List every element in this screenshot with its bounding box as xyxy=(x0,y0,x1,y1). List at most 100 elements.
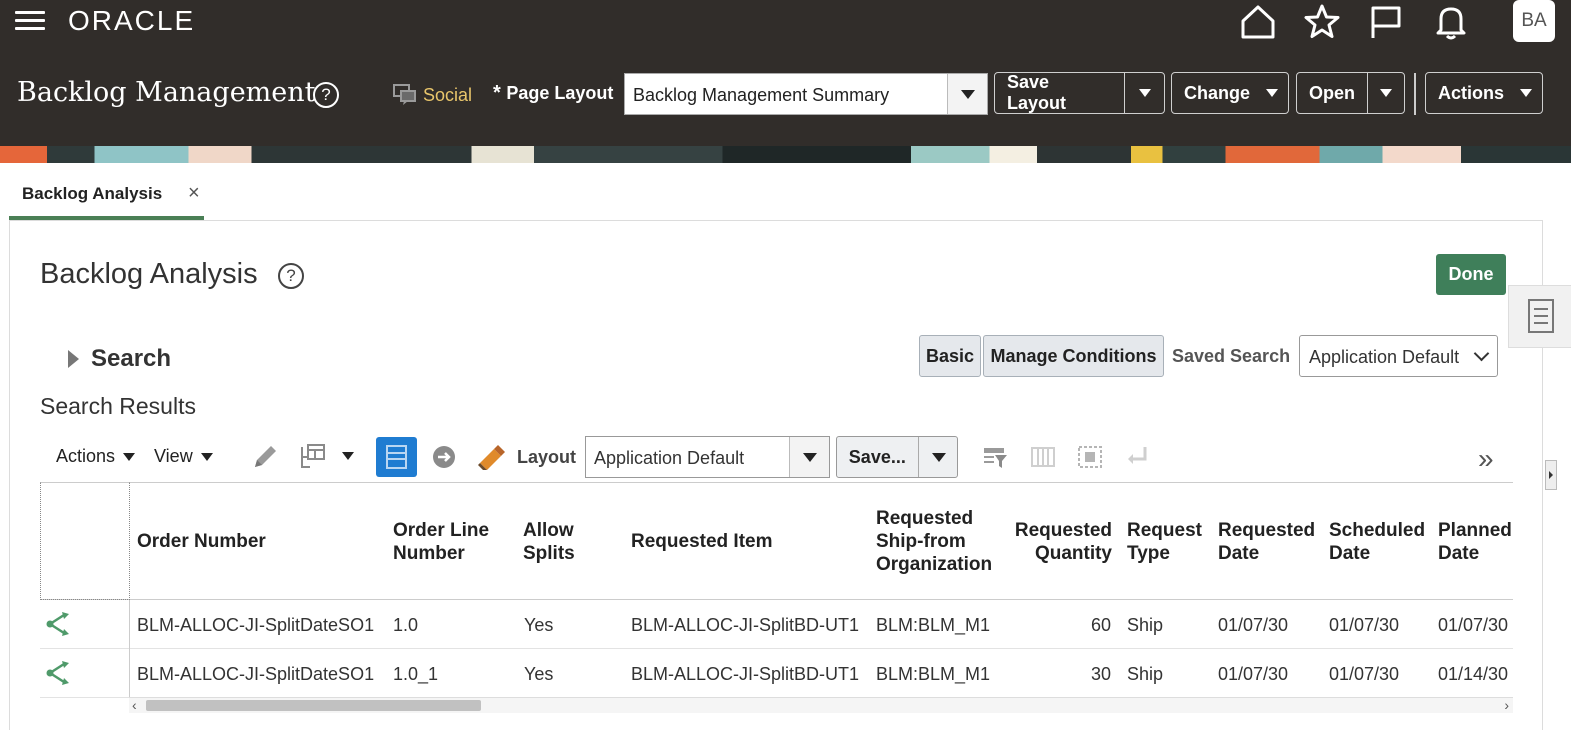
notifications-bell-icon[interactable] xyxy=(1431,2,1471,42)
home-icon[interactable] xyxy=(1238,2,1278,42)
cell-request-type: Ship xyxy=(1127,615,1164,635)
wrap-icon[interactable] xyxy=(1074,441,1106,473)
tab-label: Backlog Analysis xyxy=(22,184,163,203)
done-button[interactable]: Done xyxy=(1436,254,1506,295)
section-title: Backlog Analysis xyxy=(40,258,258,290)
user-avatar[interactable]: BA xyxy=(1513,0,1555,42)
scroll-right-icon[interactable]: › xyxy=(1504,697,1509,713)
split-line-icon[interactable] xyxy=(45,610,75,638)
save-label: Save... xyxy=(848,446,906,467)
oracle-logo[interactable]: ORACLE xyxy=(68,5,195,37)
save-layout-dropdown[interactable] xyxy=(1124,73,1164,113)
page-layout-dropdown-button[interactable] xyxy=(947,74,987,114)
return-icon[interactable] xyxy=(1121,441,1153,473)
social-chat-icon xyxy=(393,84,416,105)
column-header-requested-date[interactable]: Requested Date xyxy=(1218,519,1315,565)
table-layout-dropdown[interactable] xyxy=(789,437,829,477)
freeze-columns-icon[interactable] xyxy=(1027,441,1059,473)
split-options-dropdown[interactable] xyxy=(342,452,354,460)
saved-search-select[interactable]: Application Default xyxy=(1299,335,1498,377)
scroll-left-icon[interactable]: ‹ xyxy=(132,697,137,713)
help-icon[interactable]: ? xyxy=(278,263,304,289)
favorites-icon[interactable] xyxy=(1302,2,1342,42)
disclosure-triangle-icon xyxy=(68,350,79,368)
chevron-down-icon xyxy=(803,453,817,462)
chevron-down-icon xyxy=(1473,345,1490,362)
social-label: Social xyxy=(423,84,473,105)
close-icon[interactable]: × xyxy=(188,182,200,205)
watchlist-flag-icon[interactable] xyxy=(1366,2,1406,42)
chevron-down-icon xyxy=(1138,89,1151,97)
help-icon[interactable]: ? xyxy=(313,82,339,108)
scrollbar-thumb[interactable] xyxy=(146,700,481,711)
actions-button[interactable]: Actions xyxy=(1425,72,1543,114)
toolbar-separator xyxy=(1414,73,1416,115)
row-selector-column-header xyxy=(40,482,130,600)
chevron-down-icon xyxy=(123,452,136,461)
page-layout-value: Backlog Management Summary xyxy=(633,85,890,105)
search-label: Search xyxy=(91,345,172,372)
social-link[interactable]: Social xyxy=(393,84,472,106)
column-header-planned-date[interactable]: Planned Date xyxy=(1438,519,1513,565)
cell-requested-item: BLM-ALLOC-JI-SplitBD-UT1 xyxy=(631,615,860,635)
column-header-allow-splits[interactable]: Allow Splits xyxy=(523,519,575,565)
more-overflow-icon[interactable]: » xyxy=(1478,443,1494,475)
cell-order-number[interactable]: BLM-ALLOC-JI-SplitDateSO1 xyxy=(137,615,374,636)
column-header-requested-item[interactable]: Requested Item xyxy=(631,530,772,553)
cell-order-number[interactable]: BLM-ALLOC-JI-SplitDateSO1 xyxy=(137,664,374,685)
chevron-down-icon xyxy=(1266,89,1278,97)
cell-scheduled-date: 01/07/30 xyxy=(1329,615,1400,635)
column-header-ship-from-organization[interactable]: Requested Ship-from Organization xyxy=(876,507,992,576)
column-header-order-line-number[interactable]: Order Line Number xyxy=(393,519,489,565)
cell-planned-date: 01/07/30 xyxy=(1438,615,1509,635)
split-line-icon[interactable] xyxy=(45,659,75,687)
chevron-down-icon xyxy=(961,90,975,99)
table-actions-menu[interactable]: Actions xyxy=(56,446,136,467)
go-arrow-icon[interactable] xyxy=(428,441,460,473)
saved-search-value: Application Default xyxy=(1309,347,1460,367)
table-layout-select[interactable]: Application Default xyxy=(585,436,830,478)
page-layout-select[interactable]: Backlog Management Summary xyxy=(624,73,988,115)
table-layout-value: Application Default xyxy=(594,448,745,468)
actions-label: Actions xyxy=(1438,82,1505,103)
page-layout-label: * Page Layout xyxy=(493,82,614,104)
cell-requested-item: BLM-ALLOC-JI-SplitBD-UT1 xyxy=(631,664,860,684)
actions-menu-label: Actions xyxy=(56,446,116,466)
detach-table-button[interactable] xyxy=(376,437,417,477)
save-layout-table-button[interactable]: Save... xyxy=(836,436,958,478)
search-disclosure[interactable]: Search xyxy=(68,345,171,373)
tab-backlog-analysis[interactable]: Backlog Analysis × xyxy=(9,176,204,220)
column-header-requested-quantity[interactable]: Requested Quantity xyxy=(1000,519,1112,565)
table-view-menu[interactable]: View xyxy=(154,446,213,467)
manage-conditions-button[interactable]: Manage Conditions xyxy=(983,335,1164,377)
save-layout-button[interactable]: Save Layout xyxy=(994,72,1165,114)
caret-right-icon xyxy=(1549,471,1553,479)
column-header-order-number[interactable]: Order Number xyxy=(137,530,266,553)
clear-eraser-icon[interactable] xyxy=(474,441,506,473)
change-label: Change xyxy=(1184,82,1251,103)
navigator-menu-icon[interactable] xyxy=(15,8,45,34)
cell-allow-splits: Yes xyxy=(524,615,554,635)
side-panel-tab[interactable] xyxy=(1508,285,1571,348)
change-button[interactable]: Change xyxy=(1171,72,1289,114)
basic-button[interactable]: Basic xyxy=(919,335,981,377)
edit-pencil-icon[interactable] xyxy=(249,441,281,473)
query-by-example-icon[interactable] xyxy=(980,441,1012,473)
cell-ship-from-organization: BLM:BLM_M1 xyxy=(876,664,991,684)
panel-collapse-handle[interactable] xyxy=(1545,460,1557,490)
chevron-down-icon xyxy=(1380,89,1392,97)
chevron-down-icon xyxy=(200,452,213,461)
column-header-scheduled-date[interactable]: Scheduled Date xyxy=(1329,519,1425,565)
split-lines-icon[interactable] xyxy=(296,441,328,473)
cell-requested-date: 01/07/30 xyxy=(1218,615,1289,635)
open-dropdown[interactable] xyxy=(1367,73,1404,113)
save-dropdown[interactable] xyxy=(917,437,957,477)
document-icon xyxy=(1528,299,1554,333)
open-button[interactable]: Open xyxy=(1296,72,1405,114)
column-header-request-type[interactable]: Request Type xyxy=(1127,519,1202,565)
cell-ship-from-organization: BLM:BLM_M1 xyxy=(876,615,991,635)
cell-order-line-number: 1.0_1 xyxy=(393,664,439,684)
decorative-banner xyxy=(0,146,1571,163)
cell-requested-quantity: 30 xyxy=(1090,664,1111,684)
horizontal-scrollbar[interactable]: ‹ › xyxy=(129,697,1513,713)
